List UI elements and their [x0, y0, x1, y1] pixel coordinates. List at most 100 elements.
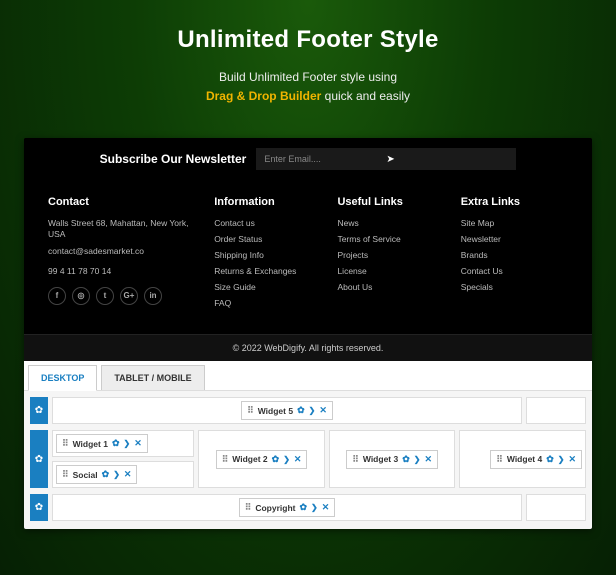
chevron-icon[interactable]: ❯ — [123, 439, 130, 448]
newsletter-placeholder: Enter Email.... — [264, 154, 386, 164]
list-item[interactable]: FAQ — [214, 298, 321, 308]
builder: DESKTOP TABLET / MOBILE ✿ ⠿ Widget 5 ✿ ❯… — [24, 361, 592, 529]
widget-copyright[interactable]: ⠿ Copyright ✿ ❯ ✕ — [239, 498, 336, 517]
chevron-icon[interactable]: ❯ — [113, 470, 120, 479]
list-item[interactable]: Order Status — [214, 234, 321, 244]
builder-zone[interactable]: ⠿ Copyright ✿ ❯ ✕ — [52, 494, 522, 521]
builder-row-1: ✿ ⠿ Widget 5 ✿ ❯ ✕ — [30, 397, 586, 424]
row-settings-button[interactable]: ✿ — [30, 430, 48, 488]
hero-subtitle: Build Unlimited Footer style using Drag … — [20, 68, 596, 106]
widget-label: Copyright — [255, 503, 295, 513]
builder-zone[interactable] — [526, 397, 586, 424]
builder-zone[interactable] — [526, 494, 586, 521]
list-item[interactable]: Contact us — [214, 218, 321, 228]
list-item[interactable]: Specials — [461, 282, 568, 292]
footer-heading-information: Information — [214, 196, 321, 208]
gear-icon[interactable]: ✿ — [546, 454, 554, 465]
builder-zone[interactable]: ⠿ Widget 4 ✿ ❯ ✕ — [459, 430, 586, 488]
footer-heading-contact: Contact — [48, 196, 198, 208]
gear-icon[interactable]: ✿ — [102, 469, 110, 480]
gear-icon[interactable]: ✿ — [112, 438, 120, 449]
builder-zone[interactable]: ⠿ Widget 2 ✿ ❯ ✕ — [198, 430, 325, 488]
social-icons: f ◎ t G+ in — [48, 287, 198, 305]
gear-icon[interactable]: ✿ — [299, 502, 307, 513]
drag-icon[interactable]: ⠿ — [352, 454, 359, 465]
chevron-icon[interactable]: ❯ — [558, 455, 565, 464]
drag-icon[interactable]: ⠿ — [222, 454, 229, 465]
drag-icon[interactable]: ⠿ — [245, 502, 252, 513]
close-icon[interactable]: ✕ — [568, 454, 576, 465]
builder-row-2: ✿ ⠿ Widget 1 ✿ ❯ ✕ ⠿ Social ✿ — [30, 430, 586, 488]
row-settings-button[interactable]: ✿ — [30, 494, 48, 521]
widget-5[interactable]: ⠿ Widget 5 ✿ ❯ ✕ — [241, 401, 333, 420]
list-item[interactable]: Returns & Exchanges — [214, 266, 321, 276]
close-icon[interactable]: ✕ — [294, 454, 302, 465]
linkedin-icon[interactable]: in — [144, 287, 162, 305]
list-item[interactable]: Site Map — [461, 218, 568, 228]
widget-label: Widget 3 — [363, 454, 398, 464]
list-item[interactable]: Projects — [337, 250, 444, 260]
footer-col-contact: Contact Walls Street 68, Mahattan, New Y… — [48, 196, 198, 314]
footer-email: contact@sadesmarket.co — [48, 246, 198, 257]
widget-label: Widget 1 — [73, 439, 108, 449]
list-item[interactable]: Shipping Info — [214, 250, 321, 260]
widget-1[interactable]: ⠿ Widget 1 ✿ ❯ ✕ — [56, 434, 148, 453]
footer-col-information: Information Contact us Order Status Ship… — [214, 196, 321, 314]
page-title: Unlimited Footer Style — [20, 26, 596, 54]
send-icon[interactable]: ➤ — [386, 154, 508, 165]
tab-desktop[interactable]: DESKTOP — [28, 365, 97, 391]
tab-mobile[interactable]: TABLET / MOBILE — [101, 365, 204, 390]
drag-icon[interactable]: ⠿ — [62, 469, 69, 480]
widget-social[interactable]: ⠿ Social ✿ ❯ ✕ — [56, 465, 137, 484]
widget-label: Widget 2 — [232, 454, 267, 464]
drag-icon[interactable]: ⠿ — [496, 454, 503, 465]
footer-address: Walls Street 68, Mahattan, New York, USA — [48, 218, 198, 240]
newsletter-title: Subscribe Our Newsletter — [100, 152, 247, 166]
list-item[interactable]: Terms of Service — [337, 234, 444, 244]
google-plus-icon[interactable]: G+ — [120, 287, 138, 305]
facebook-icon[interactable]: f — [48, 287, 66, 305]
drag-icon[interactable]: ⠿ — [247, 405, 254, 416]
chevron-icon[interactable]: ❯ — [309, 406, 316, 415]
footer-heading-useful: Useful Links — [337, 196, 444, 208]
builder-zone[interactable]: ⠿ Widget 5 ✿ ❯ ✕ — [52, 397, 522, 424]
widget-label: Widget 4 — [507, 454, 542, 464]
list-item[interactable]: Contact Us — [461, 266, 568, 276]
footer-col-useful: Useful Links News Terms of Service Proje… — [337, 196, 444, 314]
instagram-icon[interactable]: ◎ — [72, 287, 90, 305]
builder-zone[interactable]: ⠿ Widget 1 ✿ ❯ ✕ — [52, 430, 194, 457]
list-item[interactable]: About Us — [337, 282, 444, 292]
footer-phone: 99 4 11 78 70 14 — [48, 266, 198, 277]
builder-zone[interactable]: ⠿ Widget 3 ✿ ❯ ✕ — [329, 430, 456, 488]
widget-3[interactable]: ⠿ Widget 3 ✿ ❯ ✕ — [346, 450, 438, 469]
close-icon[interactable]: ✕ — [319, 405, 327, 416]
footer-col-extra: Extra Links Site Map Newsletter Brands C… — [461, 196, 568, 314]
builder-row-3: ✿ ⠿ Copyright ✿ ❯ ✕ — [30, 494, 586, 521]
list-item[interactable]: License — [337, 266, 444, 276]
drag-icon[interactable]: ⠿ — [62, 438, 69, 449]
chevron-icon[interactable]: ❯ — [283, 455, 290, 464]
list-item[interactable]: Size Guide — [214, 282, 321, 292]
close-icon[interactable]: ✕ — [424, 454, 432, 465]
close-icon[interactable]: ✕ — [322, 502, 330, 513]
widget-2[interactable]: ⠿ Widget 2 ✿ ❯ ✕ — [216, 450, 308, 469]
list-item[interactable]: Brands — [461, 250, 568, 260]
builder-tabs: DESKTOP TABLET / MOBILE — [24, 361, 592, 391]
close-icon[interactable]: ✕ — [124, 469, 132, 480]
gear-icon[interactable]: ✿ — [297, 405, 305, 416]
gear-icon[interactable]: ✿ — [272, 454, 280, 465]
footer-heading-extra: Extra Links — [461, 196, 568, 208]
chevron-icon[interactable]: ❯ — [311, 503, 318, 512]
list-item[interactable]: Newsletter — [461, 234, 568, 244]
footer-columns: Contact Walls Street 68, Mahattan, New Y… — [24, 180, 592, 334]
twitter-icon[interactable]: t — [96, 287, 114, 305]
chevron-icon[interactable]: ❯ — [414, 455, 421, 464]
gear-icon[interactable]: ✿ — [402, 454, 410, 465]
widget-4[interactable]: ⠿ Widget 4 ✿ ❯ ✕ — [490, 450, 582, 469]
widget-label: Social — [73, 470, 98, 480]
row-settings-button[interactable]: ✿ — [30, 397, 48, 424]
list-item[interactable]: News — [337, 218, 444, 228]
builder-zone[interactable]: ⠿ Social ✿ ❯ ✕ — [52, 461, 194, 488]
newsletter-input[interactable]: Enter Email.... ➤ — [256, 148, 516, 170]
close-icon[interactable]: ✕ — [134, 438, 142, 449]
